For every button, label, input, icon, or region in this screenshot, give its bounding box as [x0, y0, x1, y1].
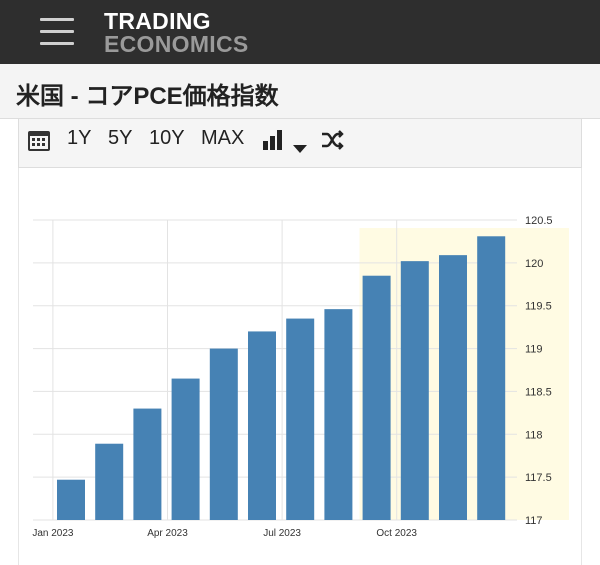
y-tick-label: 118.5: [525, 386, 552, 398]
bar-2023-05[interactable]: [209, 348, 238, 520]
shuffle-icon[interactable]: [321, 130, 345, 156]
chevron-down-icon[interactable]: [293, 136, 307, 159]
x-tick-label: Jul 2023: [263, 528, 301, 539]
range-1y-button[interactable]: 1Y: [67, 127, 91, 150]
hamburger-menu-icon[interactable]: [40, 18, 76, 46]
bar-2023-10[interactable]: [400, 261, 429, 520]
range-10y-button[interactable]: 10Y: [149, 127, 185, 150]
range-5y-button[interactable]: 5Y: [108, 127, 132, 150]
x-tick-label: Jan 2023: [32, 528, 74, 539]
brand-logo[interactable]: TRADING ECONOMICS: [104, 10, 249, 56]
bar-chart: 117 117.5 118 118.5 119 119.5 120 120.5 Jan 202…: [32, 215, 569, 539]
chart-area: 117 117.5 118 118.5 119 119.5 120 120.5 Jan 202…: [18, 168, 582, 565]
y-tick-label: 120: [525, 258, 543, 270]
bar-2023-09[interactable]: [362, 275, 391, 520]
y-tick-label: 117: [525, 515, 543, 527]
y-tick-label: 120.5: [525, 215, 553, 227]
bar-2023-11[interactable]: [439, 255, 467, 520]
y-tick-label: 118: [525, 429, 543, 441]
x-axis-labels: Jan 2023 Apr 2023 Jul 2023 Oct 2023: [32, 528, 417, 539]
bar-2023-04[interactable]: [171, 378, 200, 520]
calendar-icon[interactable]: [27, 128, 51, 158]
brand-line1: TRADING: [104, 8, 211, 34]
x-tick-label: Apr 2023: [147, 528, 188, 539]
range-max-button[interactable]: MAX: [201, 127, 244, 150]
y-tick-label: 119.5: [525, 301, 552, 313]
chart-toolbar: 1Y 5Y 10Y MAX: [18, 118, 582, 168]
bar-2023-08[interactable]: [324, 309, 353, 520]
bar-2023-07[interactable]: [286, 318, 315, 520]
top-bar: TRADING ECONOMICS: [0, 0, 600, 64]
page-title: 米国 - コアPCE価格指数: [16, 83, 279, 110]
bar-2023-03[interactable]: [133, 408, 162, 520]
y-tick-label: 119: [525, 344, 543, 356]
bar-2023-06[interactable]: [248, 331, 276, 520]
x-tick-label: Oct 2023: [376, 528, 417, 539]
y-tick-label: 117.5: [525, 472, 552, 484]
bar-2023-01[interactable]: [57, 479, 85, 520]
brand-line2: ECONOMICS: [104, 31, 249, 57]
bar-2023-02[interactable]: [95, 443, 124, 520]
bar-chart-icon[interactable]: [263, 130, 285, 156]
title-bar: 米国 - コアPCE価格指数: [0, 64, 600, 119]
bar-2023-12[interactable]: [477, 236, 506, 520]
